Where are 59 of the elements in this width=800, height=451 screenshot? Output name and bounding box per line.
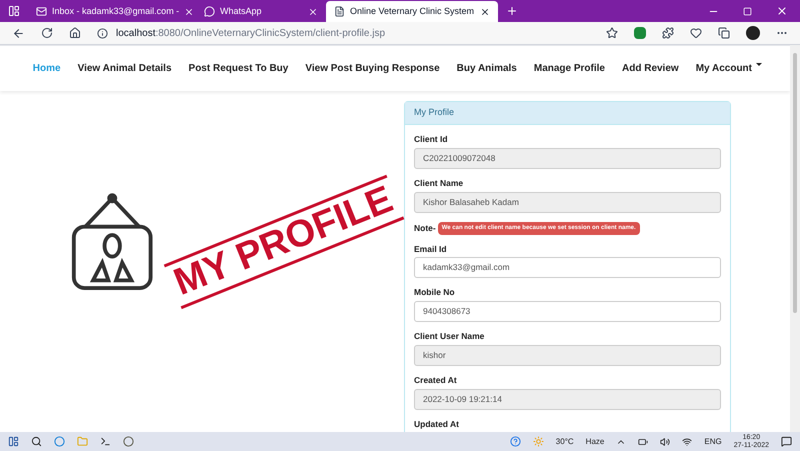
close-icon[interactable] (308, 6, 318, 16)
battery-icon[interactable] (638, 436, 648, 446)
close-icon[interactable] (776, 5, 788, 17)
avatar-icon[interactable] (746, 26, 760, 40)
app-icon[interactable] (123, 436, 134, 447)
input-field[interactable]: 2022-10-09 19:21:14 (414, 388, 721, 410)
input-field[interactable]: C20221009072048 (414, 148, 721, 169)
notifications-icon[interactable] (781, 436, 792, 447)
search-icon[interactable] (31, 436, 42, 447)
field-label: Client User Name (414, 330, 486, 343)
weather-icon (532, 436, 544, 447)
field-label: Mobile No (414, 286, 456, 299)
favorites-icon[interactable] (690, 27, 702, 39)
scrollbar[interactable] (790, 45, 800, 432)
browser-tab[interactable]: WhatsApp (196, 1, 326, 22)
collections-icon[interactable] (718, 27, 730, 39)
language-text[interactable]: ENG (704, 436, 722, 448)
field-label: Updated At (414, 418, 460, 430)
field-label: Client Id (414, 133, 449, 146)
info-icon (97, 28, 108, 38)
help-icon[interactable] (510, 436, 521, 447)
wifi-icon[interactable] (682, 436, 692, 446)
close-icon[interactable] (184, 6, 194, 16)
start-icon[interactable] (8, 436, 19, 447)
nav-link[interactable]: My Account (696, 61, 762, 76)
back-icon[interactable] (12, 26, 25, 40)
maximize-icon[interactable] (743, 7, 752, 16)
terminal-icon[interactable] (100, 436, 111, 447)
field-label: Email Id (414, 242, 448, 256)
nav-link[interactable]: Buy Animals (456, 61, 517, 76)
panel-header: My Profile (405, 102, 730, 125)
browser-tab[interactable]: Online Veternary Clinic System (326, 1, 498, 22)
field-label: Created At (414, 374, 458, 386)
tab-actions-icon[interactable] (8, 5, 20, 17)
reload-icon[interactable] (41, 27, 53, 39)
extension-icon[interactable] (634, 27, 646, 39)
volume-icon[interactable] (660, 436, 670, 446)
input-field[interactable]: kadamk33@gmail.com (414, 257, 721, 278)
input-field[interactable]: 9404308673 (414, 301, 721, 322)
extensions-icon[interactable] (662, 27, 674, 39)
nav-link[interactable]: Post Request To Buy (188, 61, 288, 76)
mail-icon (36, 6, 47, 17)
home-icon[interactable] (69, 27, 81, 39)
nav-link[interactable]: View Post Buying Response (305, 61, 440, 76)
note-label: Note- (414, 222, 436, 234)
input-field[interactable]: Kishor Balasaheb Kadam (414, 192, 721, 212)
input-field[interactable]: kishor (414, 344, 721, 366)
page-icon (334, 6, 345, 17)
new-tab-icon[interactable] (506, 5, 518, 17)
favorite-icon[interactable] (606, 27, 618, 39)
browser-tab[interactable]: Inbox - kadamk33@gmail.com - (28, 1, 196, 22)
temperature-text: 30°C (556, 436, 574, 448)
chat-icon (204, 6, 215, 17)
nav-link[interactable]: View Animal Details (78, 61, 172, 76)
nav-link[interactable]: Add Review (622, 61, 679, 76)
field-label: Client Name (414, 176, 464, 190)
nav-link[interactable]: Manage Profile (534, 61, 605, 76)
weather-text: Haze (586, 436, 604, 448)
close-icon[interactable] (480, 6, 490, 16)
